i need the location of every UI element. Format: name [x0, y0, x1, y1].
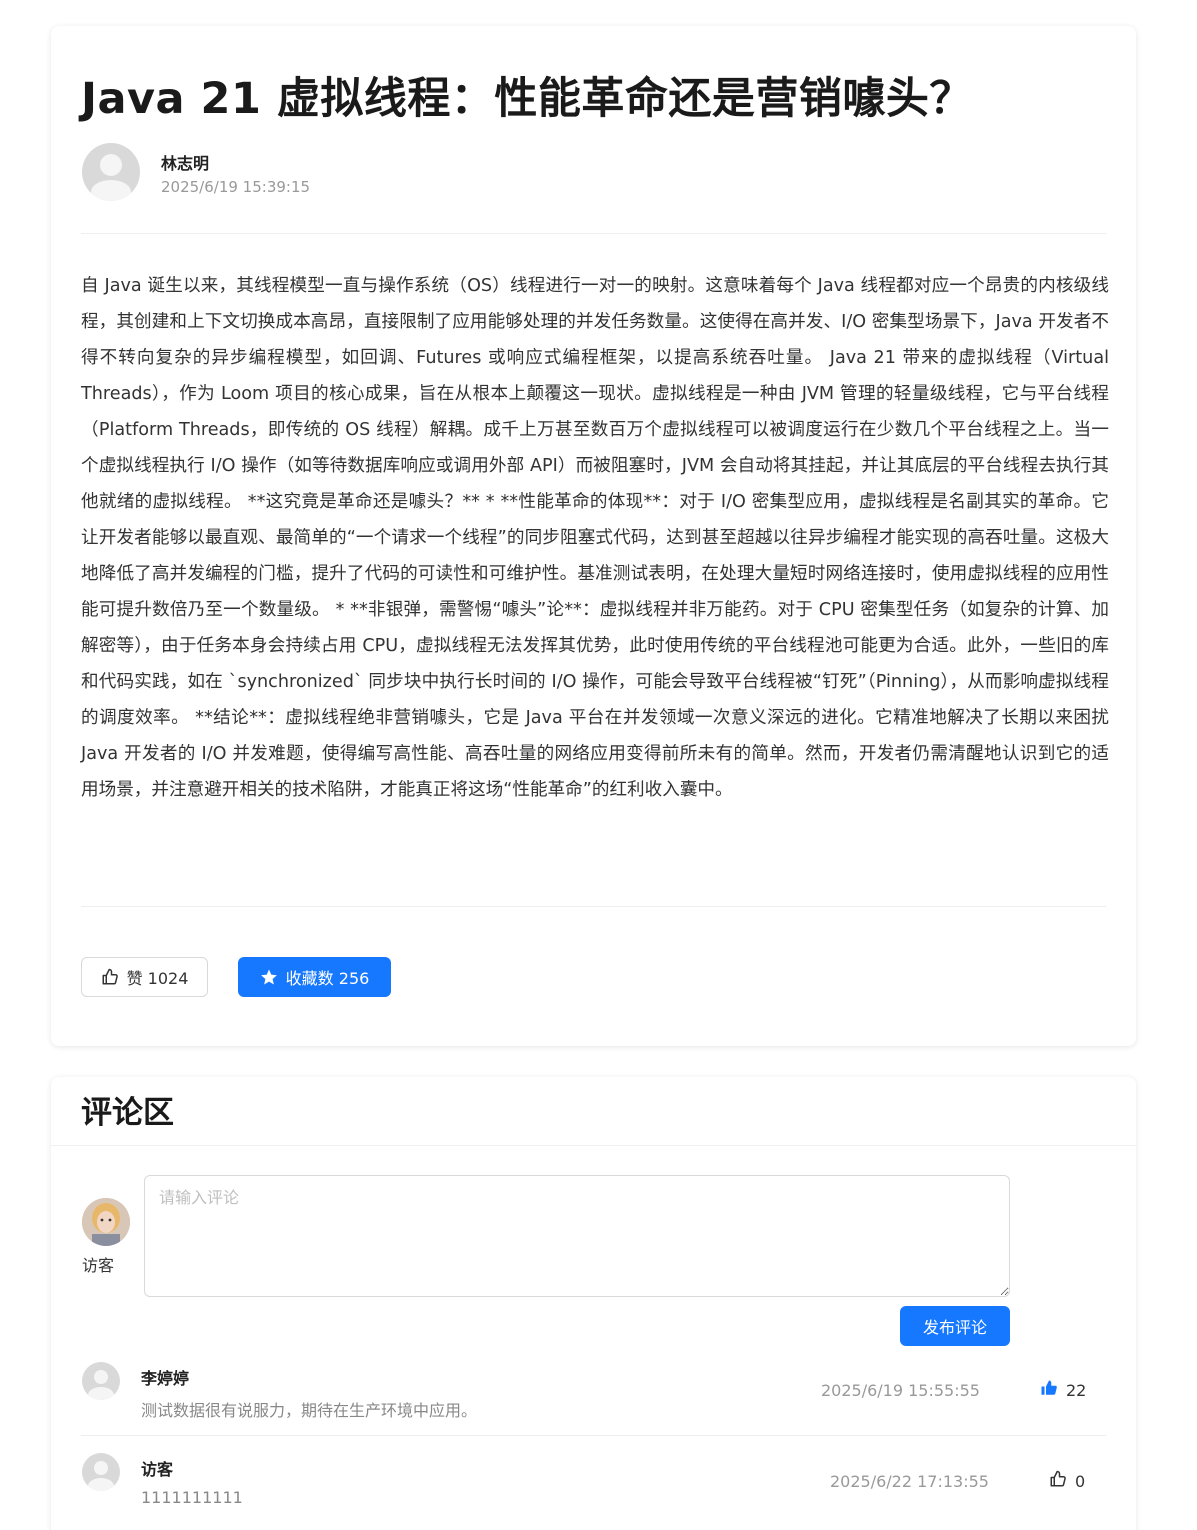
header-divider	[81, 233, 1106, 234]
comment-like-button[interactable]: 0	[1049, 1470, 1085, 1492]
comment-like-count: 0	[1075, 1471, 1086, 1491]
favorite-button[interactable]: 收藏数 256	[238, 957, 391, 997]
comment-like-count: 22	[1066, 1380, 1087, 1400]
comment-input[interactable]	[144, 1175, 1010, 1297]
author-name[interactable]: 林志明	[161, 150, 209, 174]
article-content: 自 Java 诞生以来，其线程模型一直与操作系统（OS）线程进行一对一的映射。这…	[81, 276, 1109, 800]
commenter-avatar	[82, 1453, 120, 1491]
thumbs-up-filled-icon	[1040, 1379, 1058, 1401]
comment-item: 访客 1111111111 2025/6/22 17:13:55 0	[51, 1453, 1136, 1530]
comment-item: 李婷婷 测试数据很有说服力，期待在生产环境中应用。 2025/6/19 15:5…	[51, 1362, 1136, 1452]
comments-title: 评论区	[81, 1095, 174, 1131]
comment-text: 测试数据很有说服力，期待在生产环境中应用。	[141, 1401, 478, 1420]
comment-divider	[81, 1435, 1106, 1436]
like-label: 赞 1024	[126, 969, 189, 988]
comment-like-button[interactable]: 22	[1040, 1379, 1086, 1401]
content-divider	[81, 906, 1106, 907]
comments-card: 评论区 访客 发布评论 李婷婷 测试数据很有说服力，期待在生产环境中应用。 20…	[51, 1077, 1136, 1530]
commenter-name: 李婷婷	[141, 1369, 190, 1388]
like-button[interactable]: 赞 1024	[81, 957, 208, 997]
guest-label: 访客	[82, 1256, 115, 1275]
comment-time: 2025/6/22 17:13:55	[830, 1472, 989, 1491]
post-comment-button[interactable]: 发布评论	[900, 1306, 1010, 1346]
publish-time: 2025/6/19 15:39:15	[161, 178, 311, 196]
thumbs-up-icon	[1049, 1470, 1067, 1492]
favorite-label: 收藏数 256	[285, 969, 370, 988]
thumbs-up-icon	[101, 968, 119, 986]
author-avatar[interactable]	[82, 143, 140, 201]
guest-avatar	[82, 1198, 130, 1246]
article-title: Java 21 虚拟线程：性能革命还是营销噱头？	[81, 74, 973, 124]
comments-header-divider	[51, 1145, 1136, 1146]
commenter-avatar	[82, 1362, 120, 1400]
comment-time: 2025/6/19 15:55:55	[821, 1381, 980, 1400]
star-icon	[260, 968, 278, 986]
comment-text: 1111111111	[141, 1488, 243, 1507]
article-card: Java 21 虚拟线程：性能革命还是营销噱头？ 林志明 2025/6/19 1…	[51, 26, 1136, 1046]
commenter-name: 访客	[141, 1460, 174, 1479]
